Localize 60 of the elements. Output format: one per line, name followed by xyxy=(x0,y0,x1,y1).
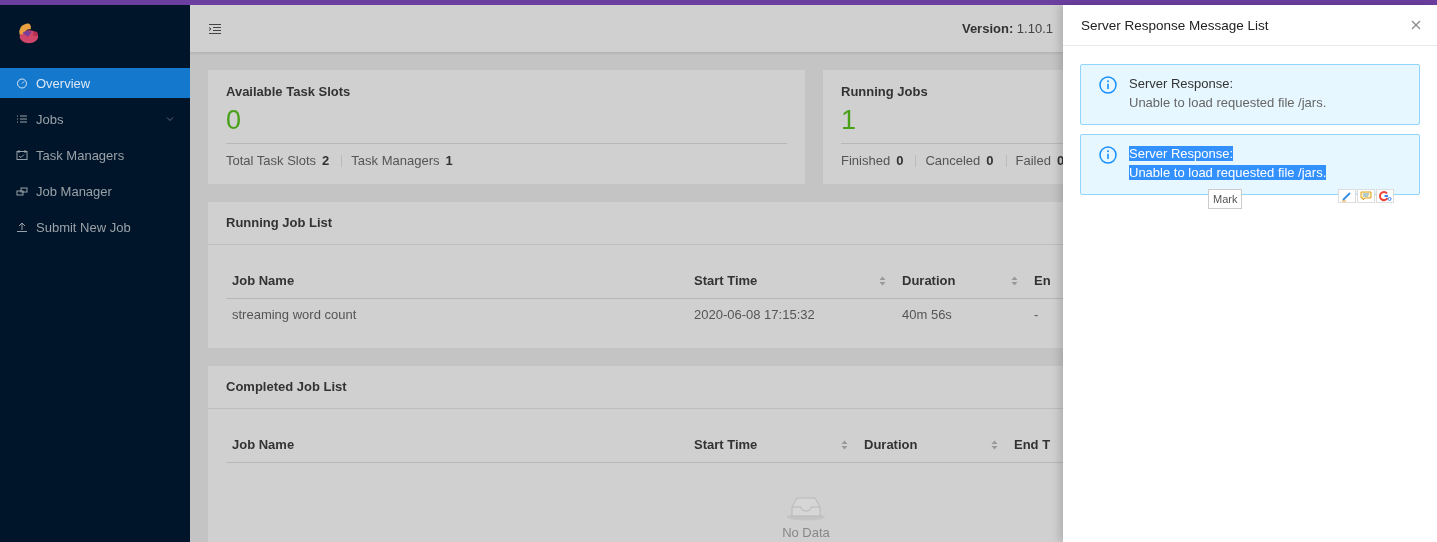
chevron-down-icon xyxy=(166,116,174,122)
stat-value: 1 xyxy=(841,105,858,135)
stat-count: 0 xyxy=(986,153,994,168)
stat-label: Canceled xyxy=(925,153,981,168)
column-header[interactable]: En xyxy=(1028,263,1063,298)
list-icon xyxy=(16,113,28,125)
column-header[interactable]: Job Name xyxy=(226,263,688,298)
stat-count: 2 xyxy=(322,153,330,168)
stat-value: 0 xyxy=(226,105,243,135)
empty-text: No Data xyxy=(782,525,830,540)
stat-label: Finished xyxy=(841,153,891,168)
card-title: Running Job List xyxy=(208,202,1063,245)
menu-item[interactable]: Task Managers xyxy=(0,140,190,170)
stat-label: Failed xyxy=(1015,153,1051,168)
sort-icon xyxy=(991,439,998,450)
table-cell-text: 40m 56s xyxy=(901,306,953,324)
sort-icon xyxy=(879,275,886,286)
menu-item[interactable]: Job Manager xyxy=(0,176,190,206)
column-header[interactable]: End T xyxy=(1008,427,1063,462)
stat-count: 0 xyxy=(896,153,904,168)
tooltip: Mark xyxy=(1208,189,1243,209)
card-title: Running Jobs xyxy=(841,84,929,99)
card-title: Available Task Slots xyxy=(226,84,352,99)
table-cell-text: - xyxy=(1033,306,1040,324)
stat-label: Total Task Slots xyxy=(226,153,317,168)
drawer-title: Server Response Message List xyxy=(1081,17,1269,33)
version-text: Version: 1.10.1 xyxy=(961,21,1053,36)
column-header[interactable]: Start Time xyxy=(688,427,858,462)
table-row[interactable]: streaming word count 2020-06-08 17:15:32 40m 56s - xyxy=(226,299,1063,330)
table-cell-text: streaming word count xyxy=(231,306,358,324)
upload-icon xyxy=(16,221,28,233)
alert-message: Unable to load requested file /jars. xyxy=(1129,165,1327,180)
alert-message: Unable to load requested file /jars. xyxy=(1129,95,1327,110)
card-title: Completed Job List xyxy=(208,366,1063,409)
menu-item[interactable]: Jobs xyxy=(0,104,190,134)
info-icon xyxy=(1099,76,1117,94)
column-header[interactable]: Job Name xyxy=(226,427,688,462)
menu-item[interactable]: Submit New Job xyxy=(0,212,190,242)
menu-icon[interactable] xyxy=(208,22,222,35)
pencil-icon[interactable] xyxy=(1338,189,1356,203)
column-header[interactable]: Duration xyxy=(896,263,1028,298)
calendar-icon xyxy=(16,149,28,161)
table-cell-text: 2020-06-08 17:15:32 xyxy=(693,306,816,324)
dashboard-icon xyxy=(16,77,28,89)
stat-count: 1 xyxy=(445,153,453,168)
stat-count: 0 xyxy=(1056,153,1063,168)
empty-inbox-icon xyxy=(786,495,826,521)
column-header[interactable]: Duration xyxy=(858,427,1008,462)
g-search-icon[interactable] xyxy=(1376,189,1394,203)
stat-label: Task Managers xyxy=(351,153,440,168)
alert-title: Server Response: xyxy=(1129,146,1234,161)
column-header[interactable]: Start Time xyxy=(688,263,896,298)
sort-icon xyxy=(841,439,848,450)
comment-icon[interactable] xyxy=(1357,189,1375,203)
info-icon xyxy=(1099,146,1117,164)
cards-icon xyxy=(16,185,28,197)
close-icon[interactable] xyxy=(1411,20,1421,30)
menu-item[interactable]: Overview xyxy=(0,68,190,98)
alert-title: Server Response: xyxy=(1129,76,1234,91)
sort-icon xyxy=(1011,275,1018,286)
